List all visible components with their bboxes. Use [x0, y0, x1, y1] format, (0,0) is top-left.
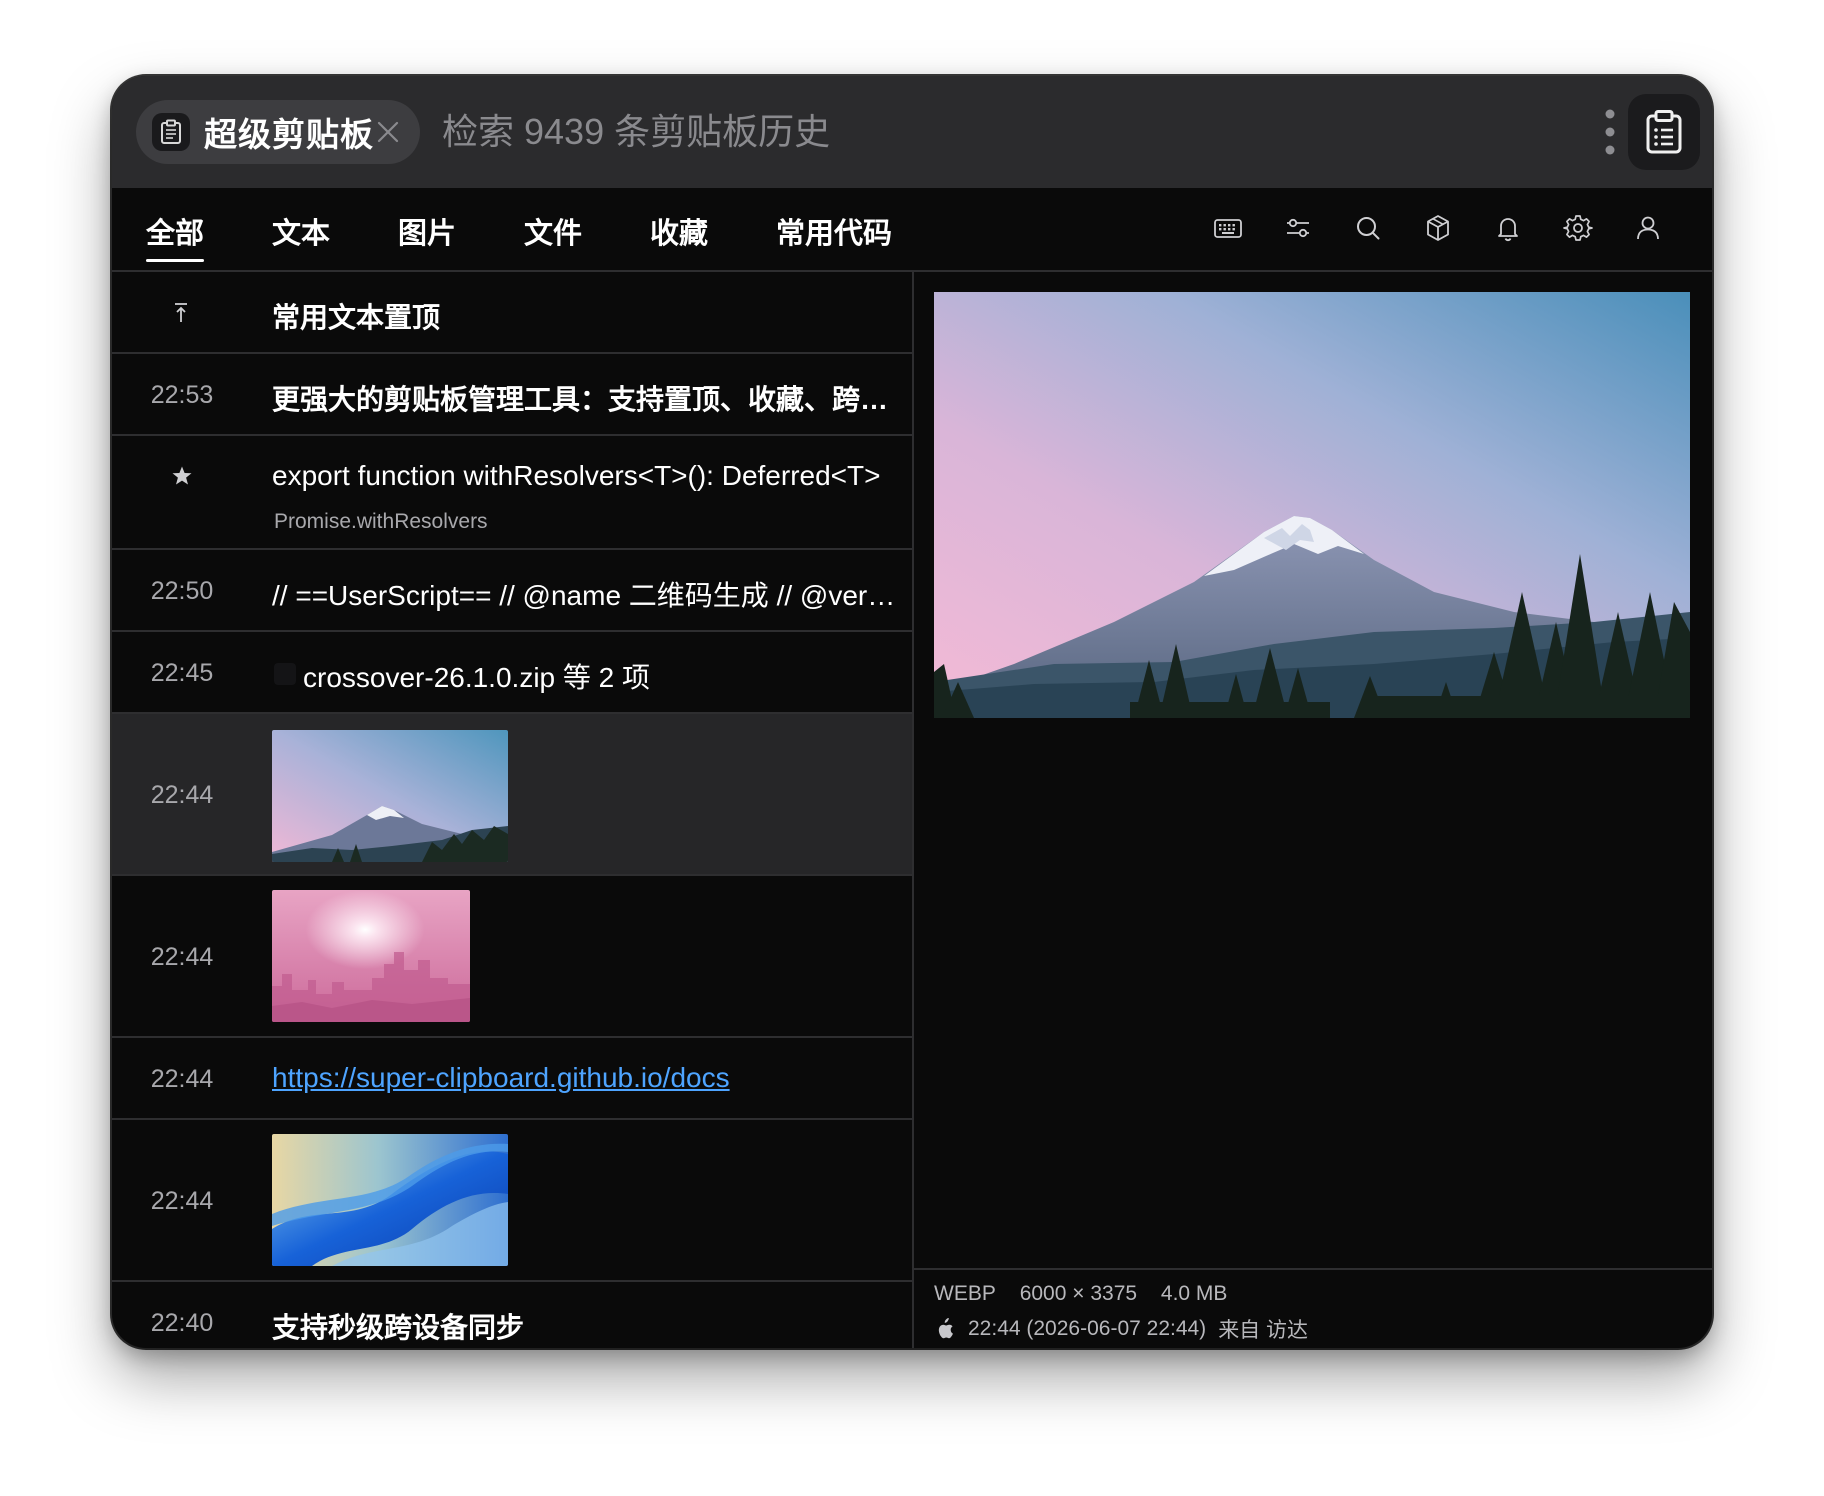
list-item[interactable]: 22:40 支持秒级跨设备同步 — [112, 1282, 912, 1348]
item-text: export function withResolvers<T>(): Defe… — [272, 460, 881, 491]
list-item[interactable]: 22:44 — [112, 714, 912, 876]
cube-icon[interactable] — [1422, 212, 1454, 244]
list-item[interactable]: 22:53 更强大的剪贴板管理工具：支持置顶、收藏、跨设备同步 — [112, 354, 912, 436]
tab-images[interactable]: 图片 — [398, 210, 456, 252]
item-time: 22:50 — [150, 577, 214, 605]
search-input[interactable] — [442, 100, 1592, 164]
bell-icon[interactable] — [1492, 212, 1524, 244]
list-item[interactable]: 22:44 — [112, 876, 912, 1038]
app-pill[interactable]: 超级剪贴板 — [136, 100, 420, 164]
clipboard-list: 常用文本置顶 22:53 更强大的剪贴板管理工具：支持置顶、收藏、跨设备同步 e… — [112, 272, 912, 1348]
preview-panel: WEBP 6000 × 3375 4.0 MB 22:44 (2026-06-0… — [914, 272, 1712, 1348]
tab-files[interactable]: 文件 — [524, 210, 582, 252]
clipboard-list-icon — [1646, 110, 1682, 154]
search-icon[interactable] — [1352, 212, 1384, 244]
item-text: 更强大的剪贴板管理工具：支持置顶、收藏、跨设备同步 — [272, 384, 892, 415]
blue-wave-thumbnail[interactable] — [272, 1134, 508, 1266]
sliders-icon[interactable] — [1282, 212, 1314, 244]
preview-meta: WEBP 6000 × 3375 4.0 MB 22:44 (2026-06-0… — [914, 1268, 1712, 1348]
file-size: 4.0 MB — [1160, 1282, 1228, 1305]
docs-link[interactable]: https://super-clipboard.github.io/docs — [272, 1062, 730, 1094]
source-app: 来自 访达 — [1218, 1319, 1309, 1342]
app-name: 超级剪贴板 — [204, 116, 374, 153]
tab-favorites[interactable]: 收藏 — [650, 210, 708, 252]
image-dimensions: 6000 × 3375 — [1019, 1282, 1138, 1305]
tab-all[interactable]: 全部 — [146, 210, 205, 262]
list-item[interactable]: 22:45 crossover-26.1.0.zip 等 2 项 — [112, 632, 912, 714]
item-text: // ==UserScript== // @name 二维码生成 // @ver… — [272, 580, 904, 611]
item-time: 22:44 — [150, 943, 214, 971]
file-format: WEBP — [934, 1282, 996, 1305]
mountain-preview-image — [934, 292, 1690, 718]
item-time: 22:53 — [150, 381, 214, 409]
item-text: 常用文本置顶 — [272, 302, 441, 333]
list-item[interactable]: 常用文本置顶 — [112, 272, 912, 354]
pink-city-thumbnail[interactable] — [272, 890, 470, 1022]
pin-icon — [175, 303, 187, 322]
item-time: 22:44 — [150, 1187, 214, 1215]
title-bar: 超级剪贴板 — [112, 76, 1712, 188]
item-time: 22:44 — [150, 781, 214, 809]
clipboard-window: 超级剪贴板 检索 9439 条剪贴板历史 全部 文本 图片 文件 收藏 常用代码… — [112, 76, 1712, 1348]
user-icon[interactable] — [1632, 212, 1664, 244]
item-time: 22:40 — [150, 1309, 214, 1337]
item-text: crossover-26.1.0.zip 等 2 项 — [303, 662, 651, 693]
item-text: 支持秒级跨设备同步 — [272, 1312, 525, 1343]
list-item[interactable]: 22:50 // ==UserScript== // @name 二维码生成 /… — [112, 550, 912, 632]
list-item[interactable]: 22:44 — [112, 1120, 912, 1282]
zip-file-icon — [274, 663, 296, 685]
item-subtitle: Promise.withResolvers — [274, 510, 488, 533]
mountain-thumbnail[interactable] — [272, 730, 508, 862]
tab-bar: 全部 文本 图片 文件 收藏 常用代码 — [112, 188, 1712, 272]
copied-timestamp: 22:44 (2026-06-07 22:44) — [968, 1317, 1207, 1340]
tab-text[interactable]: 文本 — [272, 210, 330, 252]
gear-icon[interactable] — [1562, 212, 1594, 244]
keyboard-icon[interactable] — [1212, 212, 1244, 244]
item-time: 22:45 — [150, 659, 214, 687]
item-time: 22:44 — [150, 1065, 214, 1093]
list-item[interactable]: 22:44 https://super-clipboard.github.io/… — [112, 1038, 912, 1120]
clipboard-button[interactable] — [1628, 94, 1700, 170]
more-options-icon[interactable] — [1602, 106, 1618, 158]
tab-common-code[interactable]: 常用代码 — [776, 210, 892, 252]
apple-icon — [938, 1318, 953, 1339]
clipboard-app-icon — [152, 113, 190, 151]
star-icon — [172, 466, 192, 485]
close-icon[interactable] — [372, 116, 404, 148]
list-item[interactable]: export function withResolvers<T>(): Defe… — [112, 436, 912, 550]
